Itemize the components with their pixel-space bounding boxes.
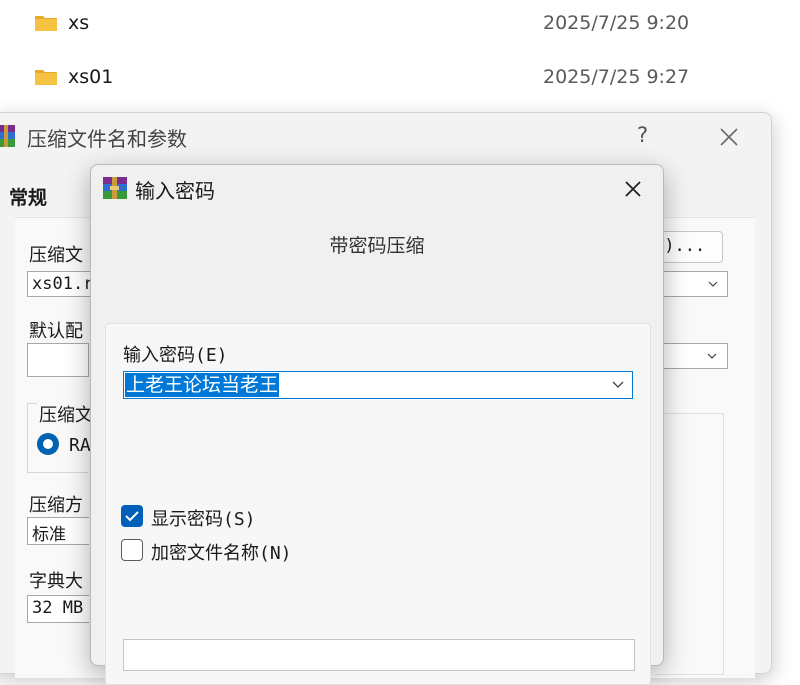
archive-format-label: 压缩文 <box>37 401 95 427</box>
encrypt-file-names-checkbox[interactable] <box>121 539 143 561</box>
winrar-icon <box>103 177 127 199</box>
folder-name: xs01 <box>68 66 114 88</box>
encrypt-file-names-label[interactable]: 加密文件名称(N) <box>151 539 292 565</box>
list-item[interactable]: xs 2025/7/25 9:20 <box>0 0 800 50</box>
checkmark-icon <box>125 511 139 522</box>
chevron-down-icon <box>707 353 717 359</box>
enter-password-dialog: 输入密码 带密码压缩 输入密码(E) 上老王论坛当老王 显示密码(S) 加密文件… <box>90 164 664 685</box>
winrar-icon <box>0 125 15 147</box>
help-button[interactable]: ? <box>637 123 648 147</box>
tab-general[interactable]: 常规 <box>9 183 47 210</box>
folder-icon <box>35 70 57 85</box>
default-profile-label: 默认配 <box>29 321 83 342</box>
profiles-button[interactable] <box>27 343 89 377</box>
format-radio-label: RA <box>69 435 91 456</box>
chevron-down-icon[interactable] <box>612 380 624 390</box>
compression-method-select[interactable]: 标准 <box>27 517 89 545</box>
password-label: 输入密码(E) <box>123 345 228 366</box>
archive-name-value: xs01.r <box>32 274 94 294</box>
folder-modified-date: 2025/7/25 9:27 <box>543 66 690 88</box>
list-item[interactable]: xs01 2025/7/25 9:27 <box>0 54 800 104</box>
archive-dialog-title: 压缩文件名和参数 <box>27 127 187 151</box>
archive-options-group <box>655 413 724 675</box>
folder-modified-date: 2025/7/25 9:20 <box>543 12 690 34</box>
compression-method-value: 标准 <box>32 525 66 545</box>
folder-icon <box>35 16 57 31</box>
archive-name-label: 压缩文 <box>29 245 83 266</box>
format-radio-rar[interactable] <box>37 433 59 455</box>
dictionary-size-select[interactable]: 32 MB <box>27 595 89 623</box>
password-value: 上老王论坛当老王 <box>125 373 280 397</box>
password-dialog-title: 输入密码 <box>135 179 215 203</box>
close-icon[interactable] <box>621 177 645 201</box>
chevron-down-icon <box>708 281 718 287</box>
compression-method-label: 压缩方 <box>29 495 83 516</box>
show-password-label[interactable]: 显示密码(S) <box>151 505 256 531</box>
password-input[interactable]: 上老王论坛当老王 <box>123 371 633 399</box>
update-mode-select[interactable] <box>655 343 728 369</box>
show-password-checkbox[interactable] <box>121 505 143 527</box>
close-icon[interactable] <box>717 125 741 149</box>
password-dialog-titlebar: 输入密码 <box>91 165 663 213</box>
folder-name: xs <box>68 12 90 34</box>
archive-dialog-titlebar: 压缩文件名和参数 ? <box>0 113 771 163</box>
password-dialog-heading: 带密码压缩 <box>329 235 425 257</box>
dictionary-size-value: 32 MB <box>32 598 84 618</box>
dictionary-size-label: 字典大 <box>29 571 83 592</box>
